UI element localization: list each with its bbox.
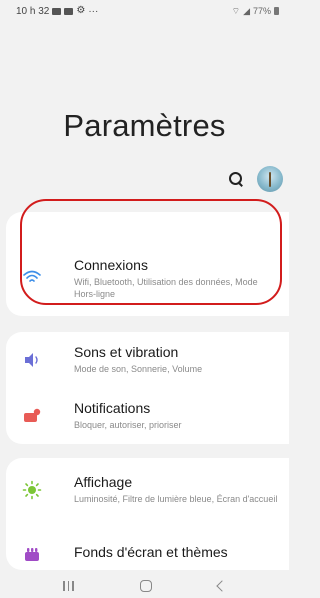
battery-icon — [274, 7, 279, 15]
brightness-icon — [22, 480, 42, 500]
settings-card-sounds: Sons et vibration Mode de son, Sonnerie,… — [6, 332, 289, 444]
settings-item-subtitle: Mode de son, Sonnerie, Volume — [74, 364, 203, 374]
header-actions — [227, 166, 283, 192]
avatar[interactable] — [257, 166, 283, 192]
home-icon[interactable] — [139, 580, 152, 592]
settings-card-display: Affichage Luminosité, Filtre de lumière … — [6, 458, 289, 570]
more-notifications-indicator: ··· — [88, 5, 99, 17]
cellular-signal-icon: ◢ — [243, 5, 250, 16]
navigation-bar — [0, 574, 289, 598]
mail-notification-icon-2 — [64, 7, 74, 15]
speaker-icon — [22, 350, 42, 370]
mail-notification-icon — [52, 7, 62, 15]
wifi-signal-icon: ⌔ — [231, 5, 241, 16]
back-icon[interactable] — [216, 580, 228, 592]
app-notification-icon: ⚙ — [76, 5, 86, 16]
settings-item-title: Sons et vibration — [74, 344, 179, 360]
status-left: 10 h 32 ⚙ ··· — [16, 6, 98, 17]
status-time: 10 h 32 — [16, 5, 50, 17]
settings-item-title: Fonds d'écran et thèmes — [74, 544, 228, 560]
notifications-icon — [22, 406, 42, 426]
search-icon[interactable] — [227, 170, 245, 188]
settings-item-fonds-ecran-themes[interactable]: Fonds d'écran et thèmes — [6, 520, 289, 570]
highlight-annotation — [20, 199, 282, 305]
status-right: ⌔ ◢ 77% — [232, 6, 279, 17]
settings-item-title: Affichage — [74, 474, 133, 490]
settings-item-affichage[interactable]: Affichage Luminosité, Filtre de lumière … — [6, 458, 289, 520]
battery-percentage: 77% — [252, 6, 271, 16]
wallpaper-icon — [22, 544, 42, 564]
settings-item-notifications[interactable]: Notifications Bloquer, autoriser, priori… — [6, 388, 289, 444]
settings-item-sons-vibration[interactable]: Sons et vibration Mode de son, Sonnerie,… — [6, 332, 289, 388]
settings-item-subtitle: Bloquer, autoriser, prioriser — [74, 420, 182, 430]
recents-icon[interactable] — [63, 581, 74, 591]
settings-item-title: Notifications — [74, 400, 151, 416]
status-bar: 10 h 32 ⚙ ··· ⌔ ◢ 77% — [0, 0, 289, 22]
settings-item-subtitle: Luminosité, Filtre de lumière bleue, Écr… — [74, 494, 278, 504]
page-title: Paramètres — [63, 108, 226, 143]
